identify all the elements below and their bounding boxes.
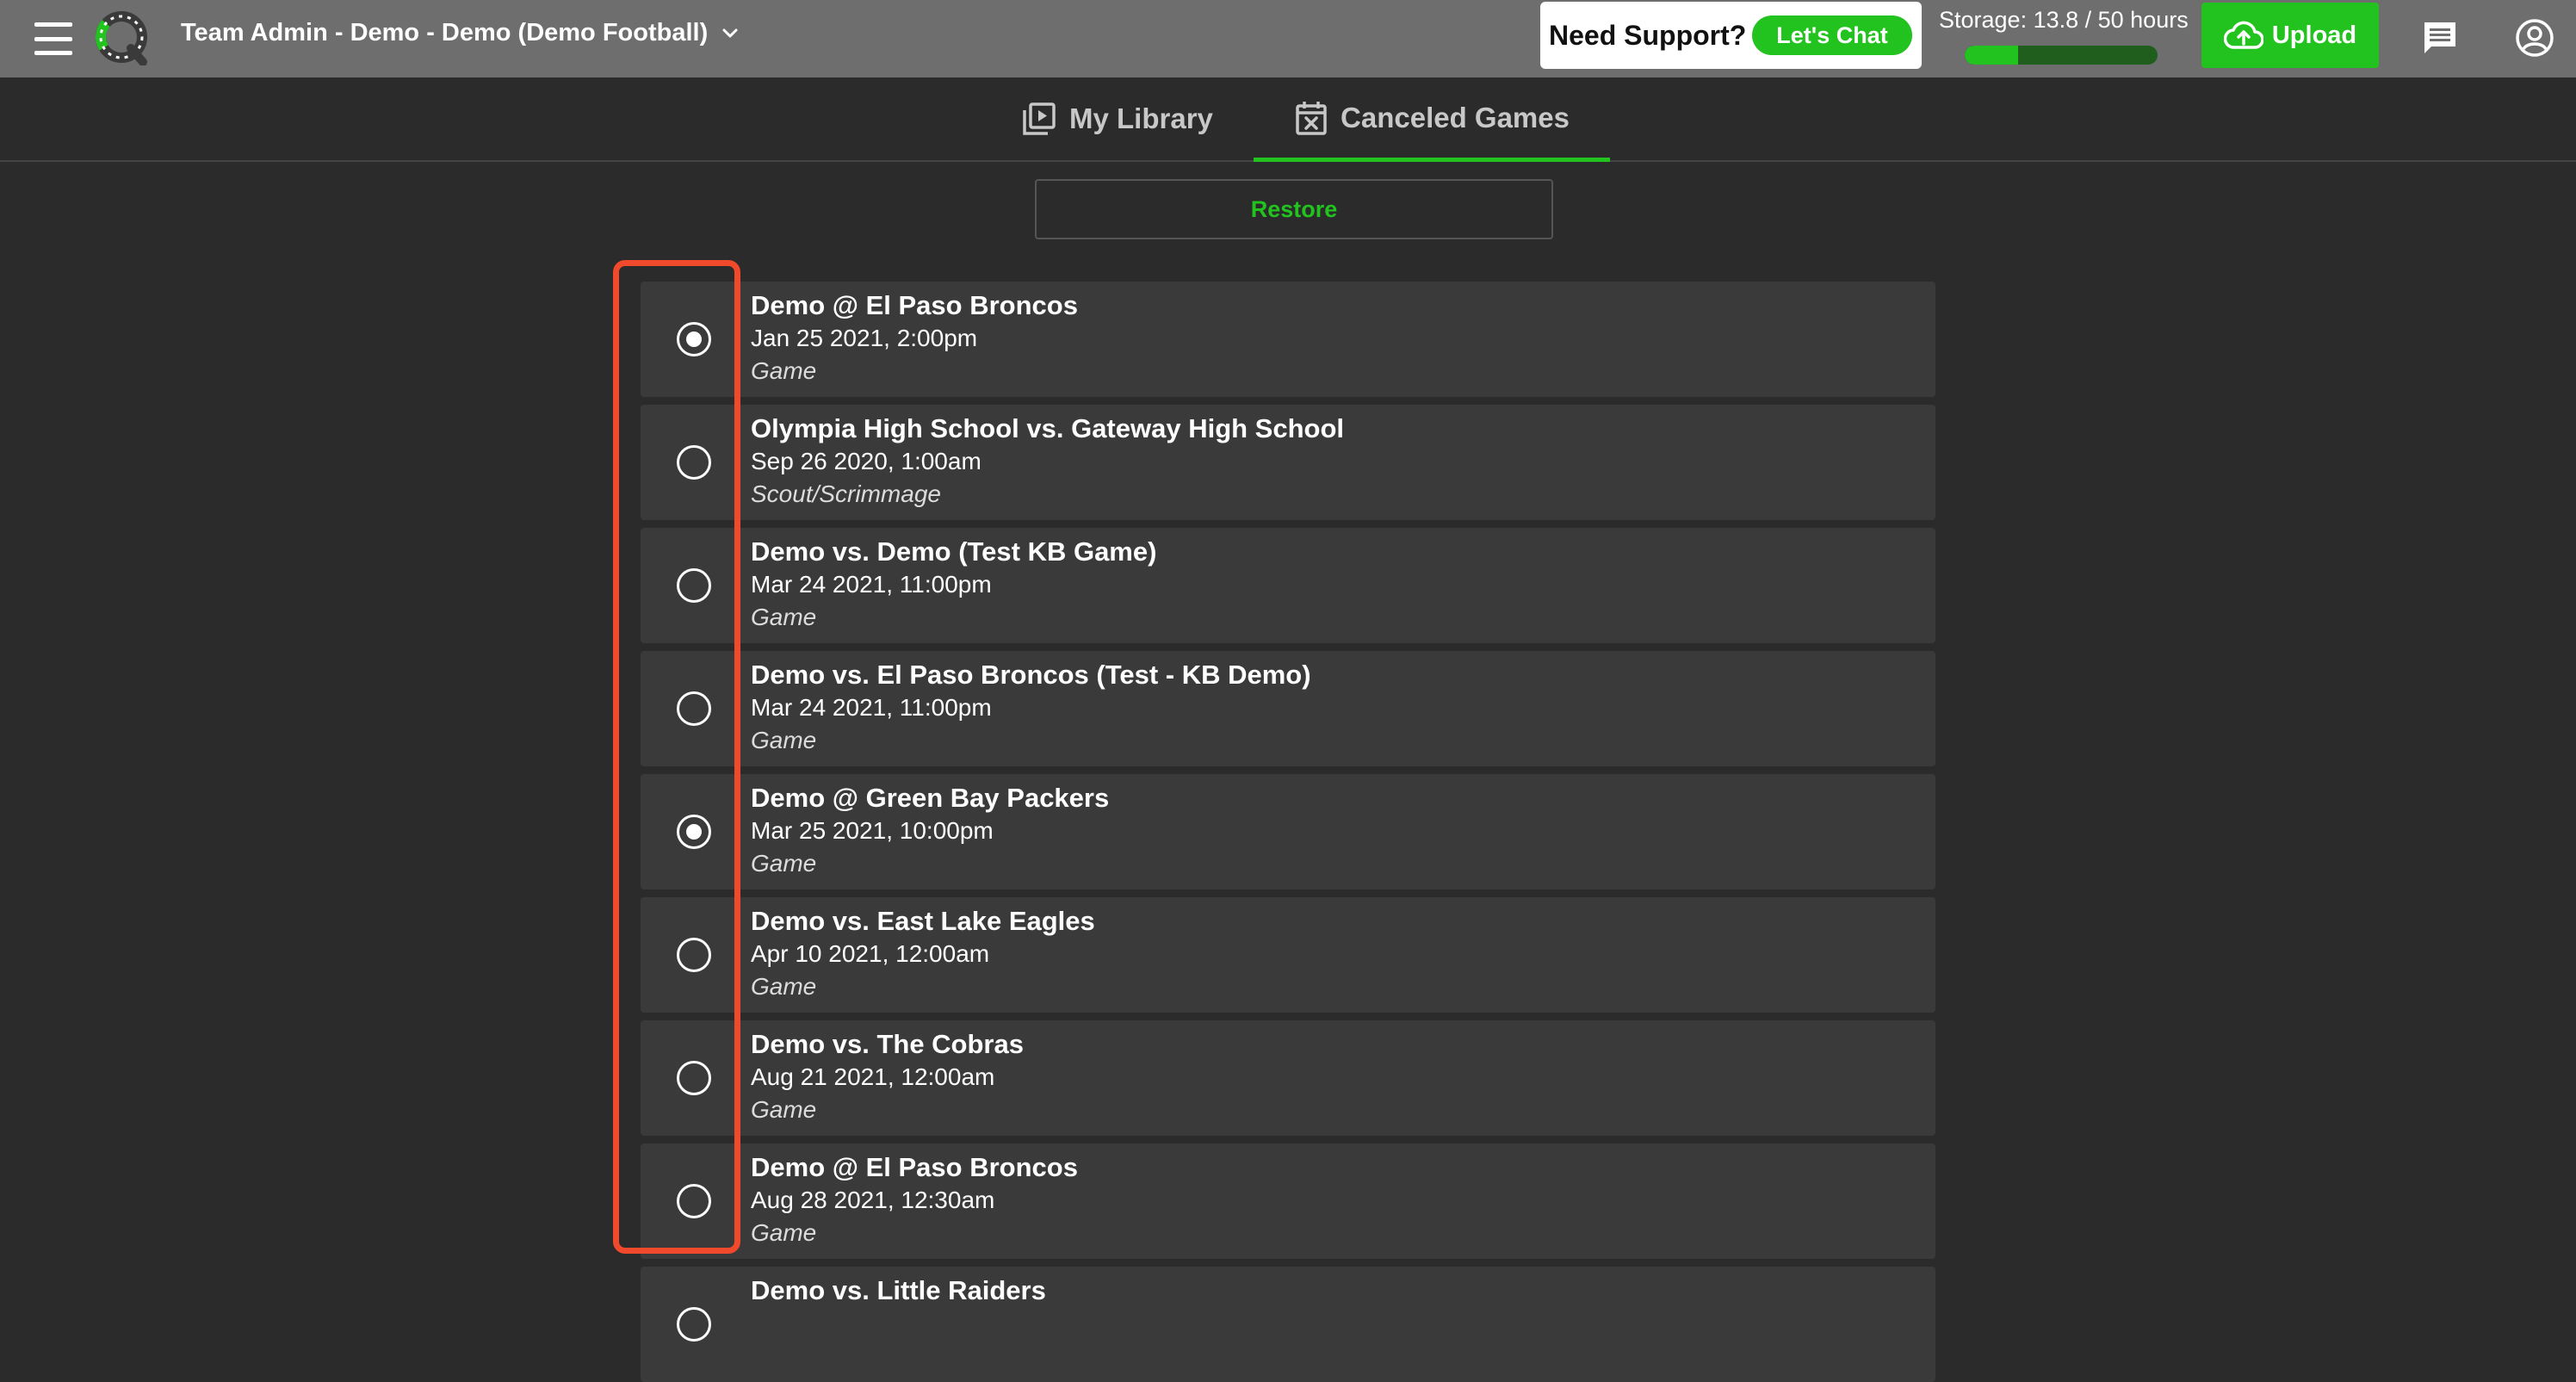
- game-select-radio[interactable]: [677, 322, 711, 356]
- support-box: Need Support? Let's Chat: [1540, 2, 1922, 69]
- game-date: Mar 24 2021, 11:00pm: [751, 694, 992, 721]
- game-title: Demo @ El Paso Broncos: [751, 1152, 1078, 1182]
- message-icon[interactable]: [2421, 19, 2459, 57]
- team-selector[interactable]: Team Admin - Demo - Demo (Demo Football): [181, 19, 740, 47]
- game-type: Game: [751, 850, 817, 877]
- list-item[interactable]: Demo vs. East Lake Eagles Apr 10 2021, 1…: [641, 897, 1935, 1013]
- app-logo[interactable]: [93, 9, 150, 65]
- hamburger-menu-icon[interactable]: [34, 22, 72, 55]
- cloud-upload-icon: [2223, 21, 2263, 49]
- game-type: Game: [751, 973, 817, 1000]
- tab-my-library[interactable]: My Library: [1021, 77, 1213, 160]
- game-title: Olympia High School vs. Gateway High Sch…: [751, 413, 1345, 443]
- game-title: Demo vs. The Cobras: [751, 1029, 1024, 1059]
- tab-canceled-games-label: Canceled Games: [1341, 101, 1570, 133]
- game-date: Jan 25 2021, 2:00pm: [751, 325, 978, 351]
- game-type: Game: [751, 1096, 817, 1123]
- tab-my-library-label: My Library: [1069, 102, 1213, 134]
- game-type: Game: [751, 604, 817, 630]
- game-select-radio[interactable]: [677, 445, 711, 480]
- game-select-radio[interactable]: [677, 568, 711, 603]
- upload-label: Upload: [2271, 21, 2357, 49]
- list-item[interactable]: Demo @ El Paso Broncos Jan 25 2021, 2:00…: [641, 282, 1935, 397]
- game-title: Demo vs. Little Raiders: [751, 1275, 1046, 1305]
- storage-progress-fill: [1965, 46, 2018, 65]
- game-title: Demo vs. Demo (Test KB Game): [751, 536, 1157, 567]
- calendar-x-icon: [1296, 101, 1327, 135]
- list-item[interactable]: Demo @ El Paso Broncos Aug 28 2021, 12:3…: [641, 1143, 1935, 1259]
- game-date: Mar 25 2021, 10:00pm: [751, 817, 994, 844]
- storage-progress-bar: [1965, 46, 2158, 65]
- support-text: Need Support?: [1549, 19, 1747, 51]
- list-item[interactable]: Demo vs. El Paso Broncos (Test - KB Demo…: [641, 651, 1935, 766]
- lets-chat-button[interactable]: Let's Chat: [1752, 15, 1912, 55]
- game-type: Game: [751, 1219, 817, 1246]
- video-library-icon: [1023, 102, 1056, 135]
- game-title: Demo vs. El Paso Broncos (Test - KB Demo…: [751, 660, 1311, 690]
- list-item[interactable]: Demo vs. Demo (Test KB Game) Mar 24 2021…: [641, 528, 1935, 643]
- storage-indicator: Storage: 13.8 / 50 hours: [1939, 7, 2189, 65]
- game-select-radio[interactable]: [677, 1307, 711, 1342]
- list-item[interactable]: Demo vs. Little Raiders: [641, 1267, 1935, 1382]
- list-item[interactable]: Demo @ Green Bay Packers Mar 25 2021, 10…: [641, 774, 1935, 889]
- top-bar: Team Admin - Demo - Demo (Demo Football)…: [0, 0, 2576, 77]
- game-type: Game: [751, 727, 817, 753]
- game-select-radio[interactable]: [677, 1061, 711, 1095]
- tab-canceled-games[interactable]: Canceled Games: [1254, 77, 1610, 162]
- game-title: Demo vs. East Lake Eagles: [751, 906, 1095, 936]
- game-select-radio[interactable]: [677, 938, 711, 972]
- game-select-radio[interactable]: [677, 691, 711, 726]
- game-date: Mar 24 2021, 11:00pm: [751, 571, 992, 598]
- team-title-label: Team Admin - Demo - Demo (Demo Football): [181, 19, 709, 46]
- game-date: Apr 10 2021, 12:00am: [751, 940, 990, 967]
- game-title: Demo @ Green Bay Packers: [751, 783, 1110, 813]
- chevron-down-icon: [722, 28, 738, 37]
- game-title: Demo @ El Paso Broncos: [751, 290, 1078, 320]
- game-type: Scout/Scrimmage: [751, 480, 941, 507]
- game-date: Sep 26 2020, 1:00am: [751, 448, 981, 474]
- library-tabs: My Library Canceled Games: [0, 77, 2576, 162]
- list-item[interactable]: Olympia High School vs. Gateway High Sch…: [641, 405, 1935, 520]
- game-date: Aug 21 2021, 12:00am: [751, 1063, 995, 1090]
- game-select-radio[interactable]: [677, 1184, 711, 1218]
- game-type: Game: [751, 357, 817, 384]
- restore-button[interactable]: Restore: [1035, 179, 1553, 239]
- account-circle-icon[interactable]: [2514, 17, 2555, 59]
- list-item[interactable]: Demo vs. The Cobras Aug 21 2021, 12:00am…: [641, 1020, 1935, 1136]
- game-select-radio[interactable]: [677, 815, 711, 849]
- storage-label: Storage: 13.8 / 50 hours: [1939, 7, 2189, 33]
- upload-button[interactable]: Upload: [2201, 3, 2379, 68]
- game-date: Aug 28 2021, 12:30am: [751, 1187, 995, 1213]
